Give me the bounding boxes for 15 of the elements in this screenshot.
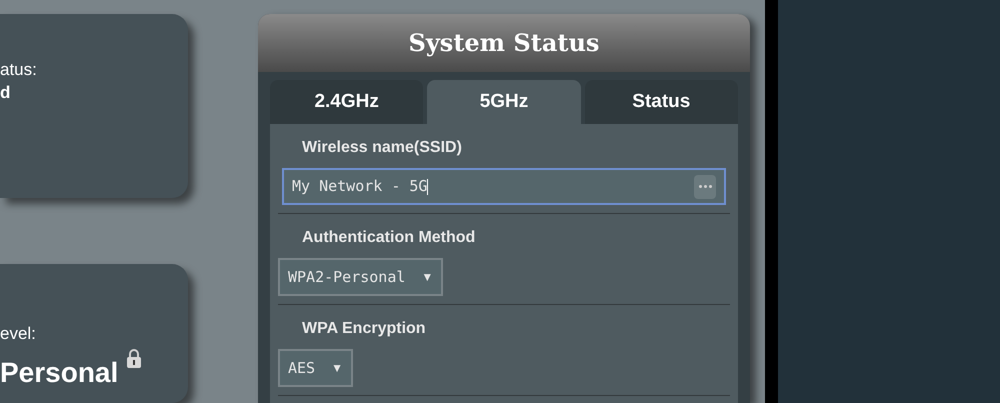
dropdown[interactable]: AES ▼ [278, 349, 353, 387]
tab[interactable]: 5GHz [427, 80, 581, 124]
ssid-field[interactable]: My Network - 5G [282, 168, 726, 205]
field-label: Authentication Method [301, 228, 476, 248]
card-label: atus: [0, 60, 38, 80]
card-value: d [0, 82, 10, 104]
dropdown[interactable]: WPA2-Personal ▼ [278, 258, 444, 296]
panel-title: System Status [258, 14, 750, 72]
card-value: Personal [0, 356, 118, 390]
field-label: Wireless name(SSID) [301, 138, 463, 158]
tab[interactable]: 2.4GHz [270, 80, 424, 124]
field-label: WPA Encryption [301, 319, 427, 339]
tab[interactable]: Status [584, 80, 738, 124]
password-toggle-icon[interactable] [694, 174, 716, 198]
card-label: evel: [0, 324, 37, 344]
